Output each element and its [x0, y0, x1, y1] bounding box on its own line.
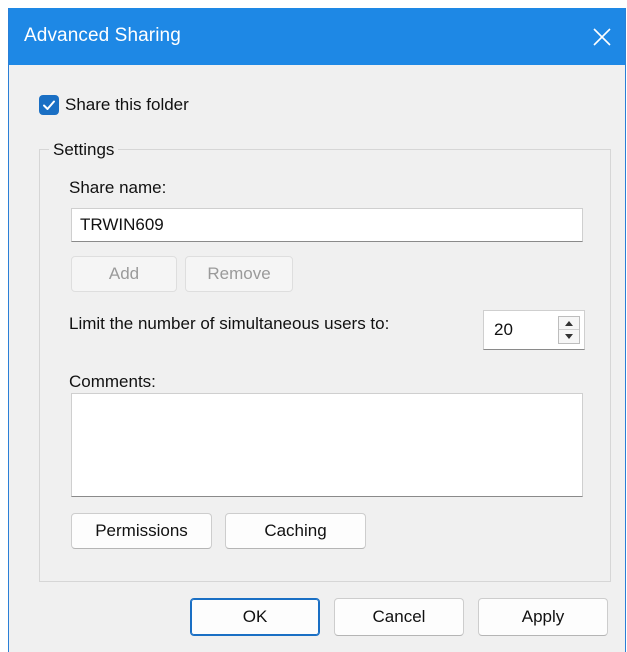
- title-bar: Advanced Sharing: [9, 8, 625, 65]
- share-name-input[interactable]: TRWIN609: [71, 208, 583, 242]
- user-limit-value: 20: [494, 320, 513, 339]
- checkmark-icon: [43, 100, 55, 110]
- caching-button[interactable]: Caching: [225, 513, 366, 549]
- arrow-down-icon: [565, 334, 573, 339]
- stepper-buttons: [558, 316, 580, 344]
- apply-button[interactable]: Apply: [478, 598, 608, 636]
- advanced-sharing-dialog: Advanced Sharing Share this folder Setti…: [8, 8, 626, 652]
- remove-button-label: Remove: [207, 264, 271, 283]
- ok-button-label: OK: [242, 607, 268, 626]
- cancel-button-label: Cancel: [372, 607, 426, 626]
- limit-users-label: Limit the number of simultaneous users t…: [69, 314, 390, 333]
- remove-button[interactable]: Remove: [185, 256, 293, 292]
- apply-button-label: Apply: [521, 607, 565, 626]
- share-name-label: Share name:: [69, 178, 167, 197]
- caching-button-label: Caching: [264, 521, 327, 540]
- add-button-label: Add: [108, 264, 140, 283]
- cancel-button[interactable]: Cancel: [334, 598, 464, 636]
- permissions-button[interactable]: Permissions: [71, 513, 212, 549]
- arrow-up-icon: [565, 320, 573, 326]
- comments-label: Comments:: [69, 372, 156, 391]
- share-folder-checkbox[interactable]: [39, 95, 59, 115]
- share-folder-label: Share this folder: [65, 95, 189, 114]
- stepper-down-button[interactable]: [559, 330, 579, 343]
- close-icon: [593, 27, 611, 46]
- stepper-up-button[interactable]: [559, 317, 579, 330]
- ok-button[interactable]: OK: [190, 598, 320, 636]
- comments-textarea[interactable]: [71, 393, 583, 497]
- close-button[interactable]: [579, 8, 625, 65]
- user-limit-stepper[interactable]: 20: [483, 310, 585, 350]
- settings-legend: Settings: [49, 140, 119, 160]
- dialog-title: Advanced Sharing: [24, 25, 181, 46]
- add-button[interactable]: Add: [71, 256, 177, 292]
- permissions-button-label: Permissions: [95, 521, 188, 540]
- share-name-value: TRWIN609: [80, 215, 164, 234]
- share-folder-checkbox-row[interactable]: Share this folder: [39, 95, 189, 115]
